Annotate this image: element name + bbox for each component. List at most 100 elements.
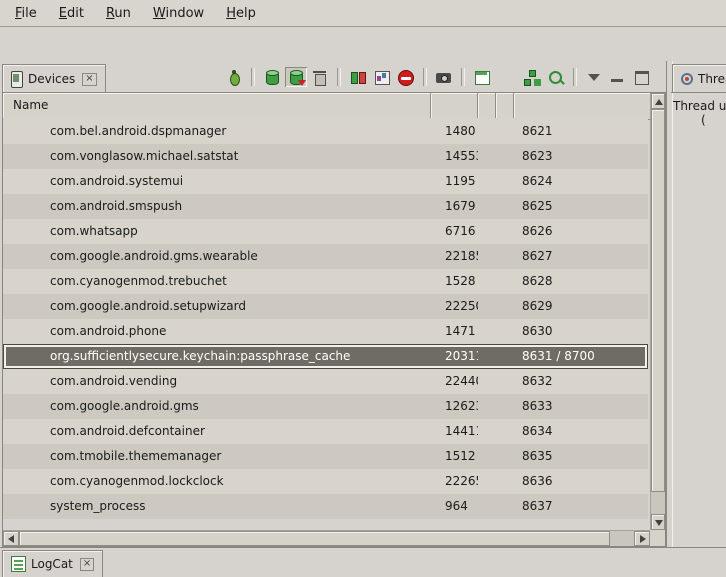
process-name: com.vonglasow.michael.satstat [3,144,431,169]
arrow-right-icon [640,535,646,543]
process-name: com.whatsapp [3,219,431,244]
table-row[interactable]: com.whatsapp67168626 [3,219,648,244]
system-info-icon[interactable] [471,67,493,87]
process-pid: 1471 [431,319,478,344]
process-name: com.bel.android.dspmanager [3,119,431,144]
app-window: FileEditRunWindowHelp Devices × Name com… [0,0,726,577]
logcat-icon [11,556,26,572]
menu-item-file[interactable]: File [4,2,48,25]
process-pid: 20311 [431,344,478,369]
table-row[interactable]: com.bel.android.dspmanager1480 8621 [3,119,648,144]
table-row[interactable]: com.google.android.setupwizard222508629 [3,294,648,319]
table-row[interactable]: system_process9648637 [3,494,648,519]
stop-process-icon[interactable] [395,67,417,87]
view-menu-icon[interactable] [583,67,605,87]
update-heap-icon[interactable] [261,67,283,87]
menu-item-run[interactable]: Run [95,2,142,25]
horizontal-scrollbar-thumb[interactable] [19,531,610,546]
column-header-port[interactable] [514,93,648,118]
threads-message-line1: Thread up [671,99,726,113]
threads-icon [681,73,693,85]
process-port: 8631 / 8700 [514,344,648,369]
column-header-pid[interactable] [431,93,478,118]
process-name: com.cyanogenmod.trebuchet [3,269,431,294]
process-port: 8632 [514,369,648,394]
dump-hprof-icon[interactable] [285,67,307,87]
devices-toolbar [222,67,654,87]
scroll-down-button[interactable] [651,514,665,530]
column-header-a[interactable] [478,93,496,118]
toolbar-separator [573,68,577,86]
scroll-up-button[interactable] [651,93,665,109]
logcat-tab-label: LogCat [31,557,73,571]
close-icon[interactable]: × [80,558,94,571]
devices-panel: Devices × Name com.bel.android.dspmanage… [0,61,666,548]
process-port: 8635 [514,444,648,469]
minimize-icon[interactable] [607,67,629,87]
tab-devices[interactable]: Devices × [2,64,106,93]
table-row[interactable]: com.google.android.gms.wearable221858627 [3,244,648,269]
horizontal-scrollbar[interactable] [3,530,650,546]
table-row[interactable]: com.android.smspush16798625 [3,194,648,219]
method-profiling-icon[interactable] [371,67,393,87]
process-name: com.android.smspush [3,194,431,219]
screen-capture-icon[interactable] [433,67,455,87]
table-row[interactable]: com.android.systemui11958624 [3,169,648,194]
process-name: com.android.vending [3,369,431,394]
table-row[interactable]: com.vonglasow.michael.satstat14553 8623 [3,144,648,169]
process-port: 8633 [514,394,648,419]
table-row[interactable]: org.sufficientlysecure.keychain:passphra… [3,344,648,369]
arrow-left-icon [8,535,14,543]
pixel-perfect-icon[interactable] [545,67,567,87]
menu-item-edit[interactable]: Edit [48,2,95,25]
threads-message-line2: ( [671,113,726,127]
hierarchy-view-icon[interactable] [521,67,543,87]
process-pid: 22185 [431,244,478,269]
toolbar-separator [423,68,427,86]
process-pid: 1679 [431,194,478,219]
process-port: 8623 [514,144,648,169]
column-header-name[interactable]: Name [3,93,431,118]
update-threads-icon[interactable] [347,67,369,87]
scroll-left-button[interactable] [3,531,19,546]
scroll-right-button[interactable] [634,531,650,546]
vertical-scrollbar-thumb[interactable] [651,109,665,492]
process-table: Name com.bel.android.dspmanager14808621c… [2,92,666,547]
process-name: com.android.phone [3,319,431,344]
process-name: com.google.android.setupwizard [3,294,431,319]
process-pid: 1480 [431,119,478,144]
process-port: 8636 [514,469,648,494]
process-port: 8634 [514,419,648,444]
vertical-scrollbar[interactable] [650,93,665,530]
process-pid: 14553 [431,144,478,169]
toolbar-separator [337,68,341,86]
tab-logcat[interactable]: LogCat × [2,550,103,577]
process-port: 8627 [514,244,648,269]
menu-item-window[interactable]: Window [142,2,215,25]
process-name: com.android.defcontainer [3,419,431,444]
close-icon[interactable]: × [82,73,96,86]
debug-icon[interactable] [223,67,245,87]
process-name: com.tmobile.thememanager [3,444,431,469]
process-name: com.cyanogenmod.lockclock [3,469,431,494]
devices-tab-label: Devices [28,72,75,86]
table-row[interactable]: com.google.android.gms126238633 [3,394,648,419]
main-toolbar-strip [0,27,726,62]
process-pid: 14411 [431,419,478,444]
process-pid: 22265 [431,469,478,494]
table-row[interactable]: com.android.vending224408632 [3,369,648,394]
arrow-up-icon [655,99,663,105]
column-header-b[interactable] [496,93,514,118]
threads-tab-label: Threads [698,72,726,86]
tab-threads[interactable]: Threads [672,64,726,93]
menu-item-help[interactable]: Help [215,2,267,25]
maximize-icon[interactable] [631,67,653,87]
table-row[interactable]: com.cyanogenmod.trebuchet15288628 [3,269,648,294]
table-row[interactable]: com.android.defcontainer14411 8634 [3,419,648,444]
table-row[interactable]: com.tmobile.thememanager15128635 [3,444,648,469]
cause-gc-icon[interactable] [309,67,331,87]
menubar: FileEditRunWindowHelp [0,0,726,27]
table-row[interactable]: com.cyanogenmod.lockclock22265 8636 [3,469,648,494]
table-row[interactable]: com.android.phone14718630 [3,319,648,344]
process-port: 8621 [514,119,648,144]
